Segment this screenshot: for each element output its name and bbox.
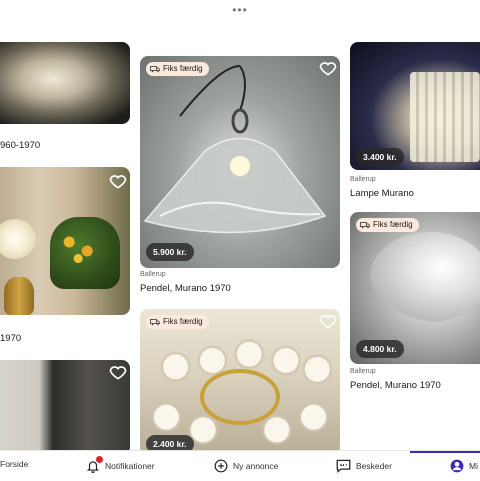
box-icon [360, 222, 370, 229]
heart-icon[interactable] [108, 171, 128, 191]
fix-ready-badge: Fiks færdig [146, 315, 209, 329]
bell-icon [86, 456, 103, 473]
chat-icon [336, 459, 351, 473]
listing-card-center-bottom[interactable]: Fiks færdig 2.400 kr. [140, 309, 340, 455]
price-tag: 4.800 kr. [356, 340, 404, 358]
heart-icon[interactable] [318, 58, 338, 78]
listing-card-center-top[interactable]: Fiks færdig 5.900 kr. [140, 56, 340, 268]
price-tag: 5.900 kr. [146, 243, 194, 261]
fix-ready-badge: Fiks færdig [146, 62, 209, 76]
listing-location: Ballerup [350, 368, 376, 375]
nav-label: Forside [0, 459, 29, 469]
listing-location: Ballerup [140, 271, 166, 278]
glass-pendant-illustration [143, 65, 327, 234]
box-icon [150, 319, 160, 326]
bottom-navigation: Forside Notifikationer Ny annonce Besked… [0, 450, 480, 481]
fix-ready-badge: Fiks færdig [356, 218, 419, 232]
nav-label: Ny annonce [233, 461, 279, 471]
nav-new-ad[interactable]: Ny annonce [214, 459, 278, 473]
listing-card-right-top[interactable]: 3.400 kr. [350, 42, 480, 170]
nav-label: Mi [469, 461, 478, 471]
nav-label: Beskeder [356, 461, 392, 471]
listing-location: Ballerup [350, 176, 376, 183]
glass-bowl [370, 232, 480, 322]
listing-card-left-mid[interactable] [0, 167, 130, 315]
nav-profile[interactable]: Mi [450, 459, 478, 473]
nav-home[interactable]: Forside [0, 459, 28, 469]
plus-circle-icon [214, 459, 228, 473]
right-bottom-spacer [350, 402, 480, 450]
active-tab-indicator [410, 451, 480, 453]
badge-label: Fiks færdig [373, 220, 413, 229]
vase [4, 277, 34, 315]
tube-chandelier [410, 72, 480, 162]
lemons [62, 233, 98, 263]
nav-label: Notifikationer [105, 461, 155, 471]
nav-messages[interactable]: Beskeder [336, 459, 392, 473]
price-tag: 3.400 kr. [356, 148, 404, 166]
heart-icon[interactable] [108, 362, 128, 382]
listing-card-right-mid[interactable]: Fiks færdig 4.800 kr. [350, 212, 480, 364]
listing-card-left-bottom[interactable] [0, 360, 130, 455]
listing-title[interactable]: 960-1970 [0, 140, 40, 151]
listing-title[interactable]: Pendel, Murano 1970 [140, 283, 231, 294]
box-icon [150, 66, 160, 73]
notification-dot [96, 456, 103, 463]
heart-icon[interactable] [318, 311, 338, 331]
nav-notifications[interactable]: Notifikationer [86, 456, 155, 473]
top-handle[interactable]: ••• [0, 3, 480, 17]
listing-card-left-top[interactable] [0, 42, 130, 124]
badge-label: Fiks færdig [163, 317, 203, 326]
listing-title[interactable]: Pendel, Murano 1970 [350, 380, 441, 391]
brass-ring [200, 369, 280, 425]
badge-label: Fiks færdig [163, 64, 203, 73]
listing-photo [0, 42, 130, 124]
listing-title[interactable]: 1970 [0, 333, 21, 344]
listing-title[interactable]: Lampe Murano [350, 188, 414, 199]
profile-icon [450, 459, 464, 473]
